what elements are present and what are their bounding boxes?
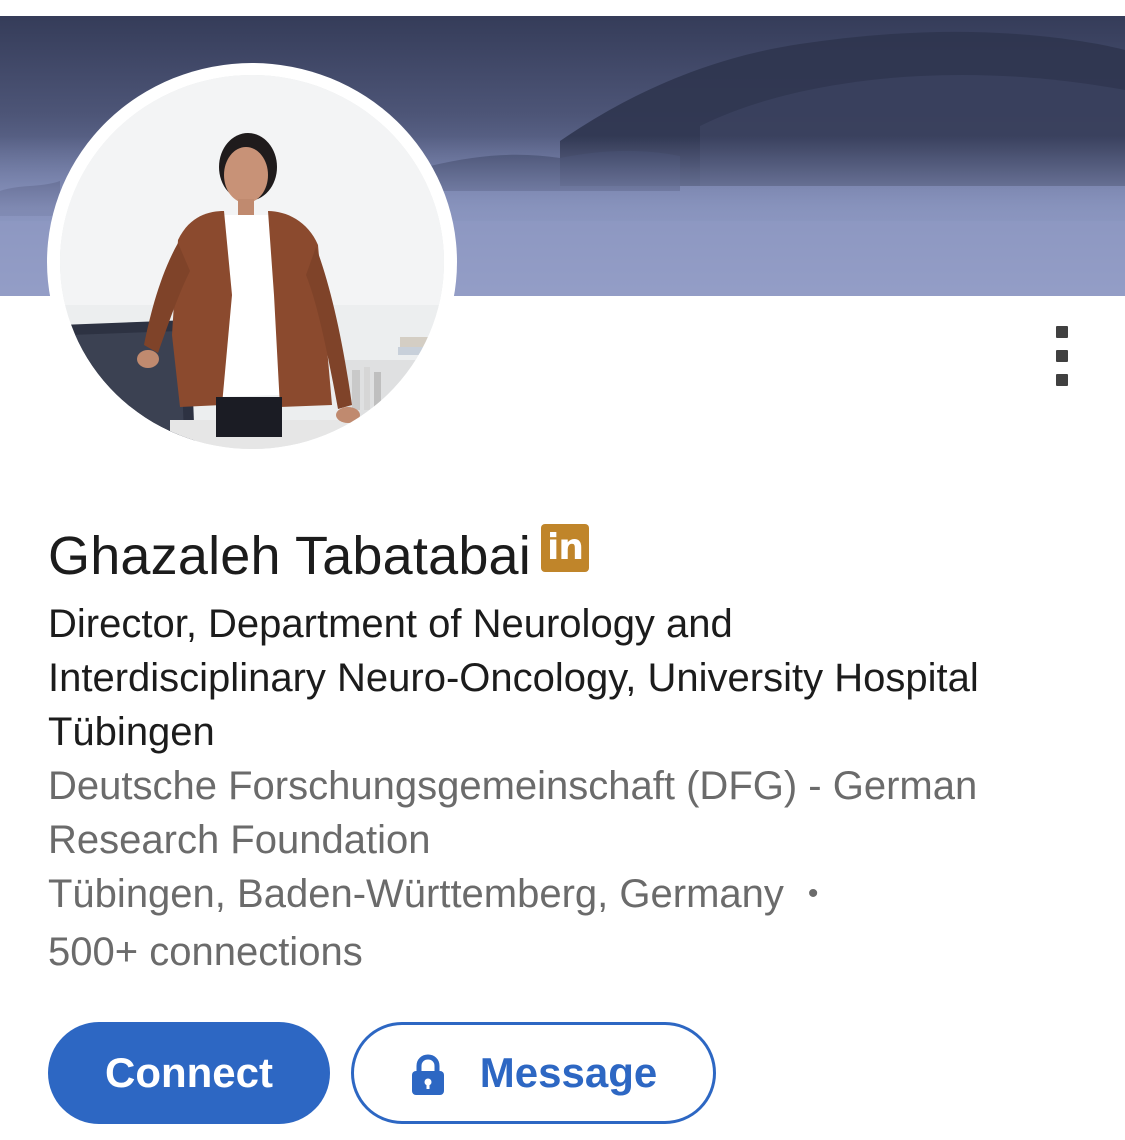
profile-location: Tübingen, Baden-Württemberg, Germany (48, 872, 784, 916)
top-strip (0, 0, 1125, 16)
connect-button[interactable]: Connect (48, 1022, 330, 1124)
lock-icon (411, 1054, 444, 1095)
linkedin-badge-icon: in (540, 524, 589, 572)
meta-separator: • (807, 877, 819, 910)
profile-name: Ghazaleh Tabatabai (48, 526, 531, 586)
vertical-dots-icon (1056, 326, 1068, 338)
message-button[interactable]: Message (351, 1022, 716, 1124)
profile-connections[interactable]: 500+ connections (48, 930, 363, 974)
profile-photo (60, 75, 444, 449)
profile-headline: Director, Department of Neurology and In… (48, 602, 979, 754)
profile-company[interactable]: Deutsche Forschungsgemeinschaft (DFG) - … (48, 759, 1008, 867)
profile-name-row: Ghazaleh Tabatabai in (48, 518, 589, 594)
profile-photo-illustration (60, 75, 444, 449)
more-options-button[interactable] (1040, 318, 1084, 394)
vertical-dots-icon-dot (1056, 374, 1068, 386)
message-button-label: Message (479, 1049, 658, 1096)
profile-meta: Tübingen, Baden-Württemberg, Germany • 50… (48, 867, 1008, 979)
connect-button-label: Connect (105, 1049, 273, 1096)
vertical-dots-icon-dot (1056, 350, 1068, 362)
profile-avatar[interactable] (47, 63, 457, 461)
